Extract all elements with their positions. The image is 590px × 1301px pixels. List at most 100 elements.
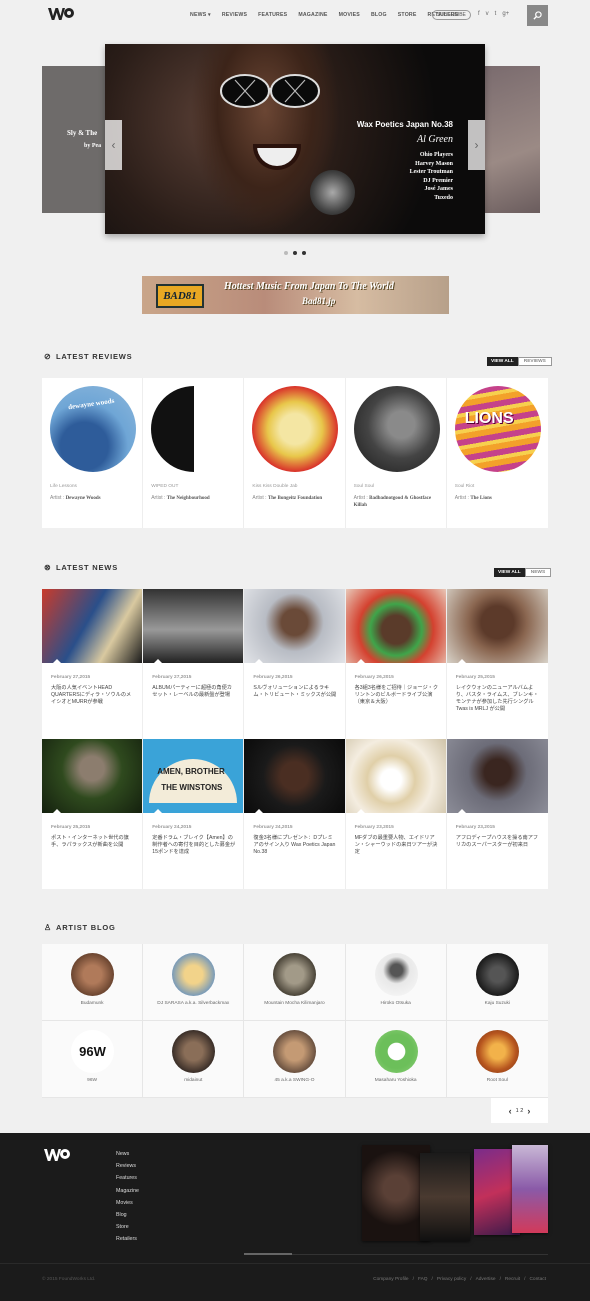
- search-icon: [533, 11, 542, 20]
- news-card[interactable]: February 25,2015 ポスト・インターネット世代の旗手、ラパラックス…: [42, 739, 144, 889]
- blogger-card[interactable]: Budamunk: [42, 944, 144, 1021]
- site-header: NEWS ▾ REVIEWS FEATURES MAGAZINE MOVIES …: [0, 0, 590, 32]
- footer-bottom-links: Company Profile / FAQ / Privacy policy /…: [373, 1277, 546, 1282]
- news-image: AMEN, BROTHER THE WINSTONS: [143, 739, 244, 813]
- news-card[interactable]: February 23,2015 アフロディープハウスを操る南アフリカのスーパー…: [446, 739, 548, 889]
- reviews-view-all[interactable]: VIEW ALL REVIEWS: [487, 357, 552, 366]
- bad81-ad-banner[interactable]: BAD81 Hottest Music From Japan To The Wo…: [142, 276, 449, 314]
- facebook-icon[interactable]: f: [478, 11, 480, 17]
- footer-scroll-thumb[interactable]: [244, 1253, 292, 1255]
- news-image: [345, 739, 446, 813]
- album-cover: [353, 386, 440, 472]
- blogger-card[interactable]: Root Soul: [446, 1021, 548, 1098]
- google-plus-icon[interactable]: g+: [502, 11, 509, 17]
- banner-tagline: Hottest Music From Japan To The World: [224, 281, 394, 292]
- news-card[interactable]: February 25,2015 レイクウォンのニューアルバムより、バスタ・ライ…: [446, 589, 548, 739]
- pager-pages[interactable]: 1 2: [516, 1108, 524, 1114]
- advertise-link[interactable]: Advertise: [476, 1277, 496, 1282]
- sunglasses-shape: [220, 74, 320, 108]
- news-image: [345, 589, 446, 663]
- footer-link[interactable]: Store: [116, 1221, 139, 1233]
- link-icon: ⊗: [44, 563, 52, 572]
- news-card[interactable]: February 27,2015 ALBUMパーティーに超極の角便カセット・レー…: [143, 589, 245, 739]
- news-card[interactable]: February 23,2015 MFダブの最重要人物、エイドリアン・シャーウッ…: [345, 739, 447, 889]
- slide-prev-subtitle: by Pea: [84, 143, 102, 149]
- microphone-shape: [310, 170, 355, 215]
- album-cover: [252, 386, 339, 472]
- contact-link[interactable]: Contact: [529, 1277, 546, 1282]
- blogger-card[interactable]: 96W 96W: [42, 1021, 144, 1098]
- news-card[interactable]: February 27,2015 大阪の人気イベントHEAD QUARTERSに…: [42, 589, 144, 739]
- avatar: 96W: [71, 1030, 114, 1073]
- album-cover: [151, 386, 238, 472]
- vimeo-icon[interactable]: v: [486, 11, 489, 17]
- nav-news[interactable]: NEWS ▾: [190, 12, 211, 18]
- review-card[interactable]: dewayne woods Life Lessons Artist : Dewa…: [42, 378, 144, 528]
- privacy-link[interactable]: Privacy policy: [437, 1277, 466, 1282]
- wp-logo[interactable]: [44, 1147, 70, 1163]
- nav-features[interactable]: FEATURES: [258, 12, 287, 18]
- slider-next-button[interactable]: ›: [468, 120, 485, 170]
- artist-blog-grid: Budamunk DJ SARASA a.k.a. Silverbackmax …: [42, 944, 548, 1098]
- news-image: [244, 739, 345, 813]
- slider-dots: [284, 251, 306, 255]
- review-card[interactable]: Kiss Kiss Double Jab Artist : The Bongei…: [244, 378, 346, 528]
- blogger-card[interactable]: midainut: [143, 1021, 245, 1098]
- nav-blog[interactable]: BLOG: [371, 12, 387, 18]
- pager-next[interactable]: ›: [527, 1106, 530, 1116]
- news-card[interactable]: February 24,2015 復金3名様にプレゼント：Dプレミアのサイン入り…: [244, 739, 346, 889]
- review-card[interactable]: WIPED OUT Artist : The Neighbourhood: [143, 378, 245, 528]
- slide-next-preview[interactable]: [484, 66, 540, 213]
- blogger-card[interactable]: Masaharu Yoshioka: [345, 1021, 447, 1098]
- news-card[interactable]: AMEN, BROTHER THE WINSTONS February 24,2…: [143, 739, 245, 889]
- subscribe-button[interactable]: SUBSCRIBE: [432, 10, 471, 20]
- bad81-logo: BAD81: [156, 284, 204, 308]
- review-card[interactable]: Soul Soul Artist : Badbadnotgood & Ghost…: [346, 378, 447, 528]
- blogger-card[interactable]: Kaju Suzuki: [446, 944, 548, 1021]
- footer-link[interactable]: News: [116, 1148, 139, 1160]
- recruit-link[interactable]: Recruit: [505, 1277, 520, 1282]
- wp-logo[interactable]: [48, 6, 74, 22]
- avatar: [172, 953, 216, 996]
- issue-subjects: Ohio Players Harvey Mason Lester Troutma…: [409, 152, 453, 201]
- faq-link[interactable]: FAQ: [418, 1277, 428, 1282]
- user-icon: ♙: [44, 923, 52, 932]
- nav-movies[interactable]: MOVIES: [339, 12, 360, 18]
- blogger-card[interactable]: Mountain Mocha Kilimanjaro: [244, 944, 346, 1021]
- avatar: [374, 1030, 418, 1073]
- review-card[interactable]: LIONS Soul Riot Artist : The Lions: [447, 378, 548, 528]
- slide-current[interactable]: Wax Poetics Japan No.38 Al Green Ohio Pl…: [105, 44, 485, 234]
- nav-store[interactable]: STORE: [398, 12, 417, 18]
- pager-prev[interactable]: ‹: [509, 1106, 512, 1116]
- twitter-icon[interactable]: t: [495, 11, 497, 17]
- nav-reviews[interactable]: REVIEWS: [222, 12, 247, 18]
- nav-magazine[interactable]: MAGAZINE: [298, 12, 327, 18]
- magazine-cover: [512, 1145, 548, 1233]
- footer-link[interactable]: Reviews: [116, 1160, 139, 1172]
- search-button[interactable]: [527, 5, 548, 26]
- footer-link[interactable]: Retailers: [116, 1233, 139, 1245]
- slider-dot[interactable]: [302, 251, 306, 255]
- blogger-card[interactable]: Hiroko Otsuka: [345, 944, 447, 1021]
- blogger-card[interactable]: 45 a.k.a SWING-O: [244, 1021, 346, 1098]
- news-row: February 25,2015 ポスト・インターネット世代の旗手、ラパラックス…: [42, 739, 548, 889]
- social-links: f v t g+: [478, 11, 509, 17]
- avatar: [71, 953, 114, 996]
- company-profile-link[interactable]: Company Profile: [373, 1277, 408, 1282]
- blogger-card[interactable]: DJ SARASA a.k.a. Silverbackmax: [143, 944, 245, 1021]
- slide-previous-preview[interactable]: Sly & The by Pea: [42, 66, 107, 213]
- footer-nav: News Reviews Features Magazine Movies Bl…: [116, 1148, 139, 1246]
- avatar: [475, 1030, 519, 1073]
- news-card[interactable]: February 26,2015 各3組3名様をご招待｜ジョージ・クリントンのビ…: [345, 589, 447, 739]
- news-image: [244, 589, 345, 663]
- footer-link[interactable]: Movies: [116, 1197, 139, 1209]
- slider-dot[interactable]: [284, 251, 288, 255]
- slider-prev-button[interactable]: ‹: [105, 120, 122, 170]
- footer-link[interactable]: Features: [116, 1172, 139, 1184]
- magazine-covers[interactable]: [362, 1145, 548, 1243]
- slider-dot-active[interactable]: [293, 251, 297, 255]
- footer-link[interactable]: Magazine: [116, 1185, 139, 1197]
- news-view-all[interactable]: VIEW ALL NEWS: [494, 568, 552, 577]
- news-card[interactable]: February 26,2015 Sルヴォリューションによるラキム・トリビュート…: [244, 589, 346, 739]
- footer-link[interactable]: Blog: [116, 1209, 139, 1221]
